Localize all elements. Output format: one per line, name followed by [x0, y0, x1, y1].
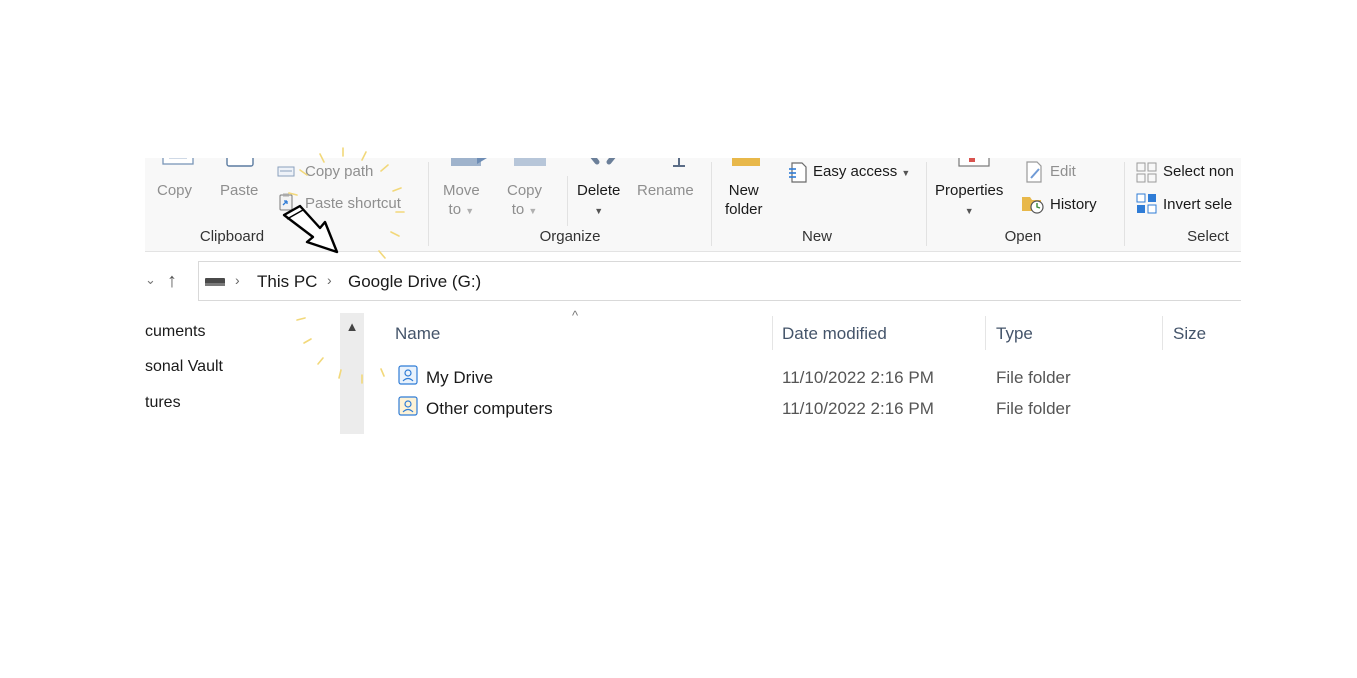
chevron-down-icon: ▼: [465, 206, 475, 216]
rename-button[interactable]: Rename: [637, 181, 694, 200]
rename-icon: [673, 158, 685, 167]
column-header-name[interactable]: Name: [395, 324, 440, 344]
row-name: Other computers: [426, 399, 553, 418]
properties-icon: [958, 158, 990, 167]
easy-access-icon: [789, 162, 807, 183]
chevron-right-icon: ›: [235, 272, 240, 288]
breadcrumb-google-drive[interactable]: Google Drive (G:): [348, 272, 481, 292]
move-to-button[interactable]: Move to ▼: [443, 181, 480, 221]
row-name: My Drive: [426, 368, 494, 387]
nav-item-documents[interactable]: cuments: [145, 323, 205, 341]
column-header-type[interactable]: Type: [996, 324, 1033, 344]
delete-button[interactable]: Delete ▼: [577, 181, 620, 221]
copy-to-button[interactable]: Copy to ▼: [507, 181, 542, 221]
history-button[interactable]: History: [1050, 195, 1097, 214]
move-to-icon: [451, 158, 487, 166]
chevron-down-icon: ▼: [901, 168, 911, 178]
easy-access-button[interactable]: Easy access ▼: [813, 162, 910, 183]
address-bar[interactable]: › This PC › Google Drive (G:): [198, 261, 1241, 301]
paste-shortcut-button[interactable]: Paste shortcut: [305, 194, 401, 213]
paste-shortcut-icon: [279, 193, 293, 211]
row-date: 11/10/2022 2:16 PM: [782, 399, 934, 418]
new-folder-label-line2: folder: [725, 201, 763, 218]
copy-path-button[interactable]: Copy path: [305, 162, 373, 181]
row-date: 11/10/2022 2:16 PM: [782, 368, 934, 387]
column-divider[interactable]: [985, 316, 986, 350]
move-to-label: Move: [443, 182, 480, 199]
column-header-size[interactable]: Size: [1173, 324, 1206, 344]
chevron-up-icon: ▲: [345, 319, 359, 334]
navigation-scrollbar[interactable]: ▲: [340, 313, 364, 434]
drive-icon: [205, 278, 225, 286]
new-folder-button[interactable]: New folder: [725, 181, 763, 219]
delete-icon: [590, 158, 616, 165]
copy-to-icon: [514, 158, 546, 166]
scroll-up-button[interactable]: ▲: [340, 319, 364, 334]
copy-icon: [162, 158, 194, 165]
edit-button[interactable]: Edit: [1050, 162, 1076, 181]
row-type: File folder: [996, 368, 1071, 387]
navigation-pane: cuments sonal Vault tures: [145, 313, 340, 434]
paste-icon: [226, 158, 254, 167]
column-divider[interactable]: [1162, 316, 1163, 350]
open-group-label: Open: [1004, 228, 1042, 245]
new-folder-label: New: [728, 182, 759, 199]
history-icon: [1022, 197, 1044, 214]
chevron-down-icon: ⌄: [145, 272, 156, 287]
ribbon-divider: [711, 162, 712, 246]
row-type: File folder: [996, 399, 1071, 418]
chevron-down-icon: ▼: [528, 206, 538, 216]
paste-button[interactable]: Paste: [220, 181, 258, 200]
ribbon-divider: [1124, 162, 1125, 246]
chevron-right-icon: ›: [327, 272, 332, 288]
ribbon: Copy Paste Copy path Paste shortcut Clip…: [145, 158, 1241, 252]
easy-access-label: Easy access: [813, 163, 898, 180]
delete-label: Delete: [577, 182, 621, 199]
shared-folder-icon: [398, 365, 418, 385]
column-header-date-modified[interactable]: Date modified: [782, 324, 887, 344]
column-divider[interactable]: [772, 316, 773, 350]
sort-ascending-icon: ^: [572, 308, 579, 323]
arrow-up-icon: ↑: [167, 270, 177, 292]
clipboard-group-label: Clipboard: [199, 228, 265, 245]
ribbon-divider: [567, 176, 568, 226]
properties-button[interactable]: Properties ▼: [935, 181, 1003, 221]
copy-to-label: Copy: [507, 182, 543, 199]
copy-button[interactable]: Copy: [157, 181, 192, 200]
chevron-down-icon: ▼: [594, 206, 604, 216]
file-explorer-window: Copy Paste Copy path Paste shortcut Clip…: [145, 158, 1241, 434]
new-group-label: New: [801, 228, 832, 245]
properties-label: Properties: [935, 182, 1004, 199]
up-button[interactable]: ↑: [167, 270, 177, 293]
select-group-label: Select: [1187, 228, 1229, 245]
move-to-label-line2: to: [448, 201, 462, 218]
invert-selection-icon: [1136, 193, 1157, 214]
ribbon-divider: [926, 162, 927, 246]
organize-group-label: Organize: [539, 228, 601, 245]
invert-selection-button[interactable]: Invert sele: [1163, 195, 1232, 214]
ribbon-divider: [428, 162, 429, 246]
copy-path-icon: [277, 166, 295, 177]
select-none-icon: [1136, 162, 1157, 183]
chevron-down-icon: ▼: [964, 206, 974, 216]
new-folder-icon: [732, 158, 760, 166]
select-none-button[interactable]: Select non: [1163, 162, 1234, 181]
edit-icon: [1026, 161, 1042, 183]
breadcrumb-this-pc[interactable]: This PC: [257, 272, 317, 292]
shared-folder-icon: [398, 396, 418, 416]
copy-to-label-line2: to: [511, 201, 525, 218]
nav-item-pictures[interactable]: tures: [145, 394, 181, 412]
recent-locations-dropdown[interactable]: ⌄: [145, 272, 156, 288]
nav-item-personal-vault[interactable]: sonal Vault: [145, 358, 223, 376]
